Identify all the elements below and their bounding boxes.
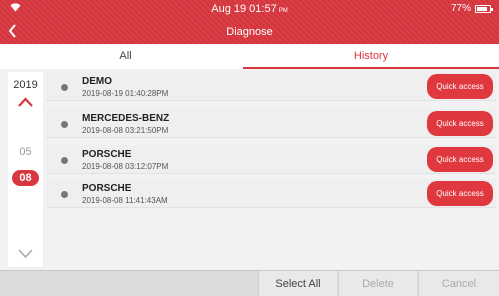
record-dot-icon [61, 84, 68, 91]
record-timestamp: 2019-08-08 03:21:50PM [82, 126, 169, 135]
history-row[interactable]: PORSCHE 2019-08-08 03:12:07PM Quick acce… [46, 145, 496, 174]
month-label[interactable]: 05 [8, 146, 43, 158]
date-selector: 2019 05 08 [8, 72, 43, 267]
vehicle-name: MERCEDES-BENZ [82, 113, 170, 124]
day-selected-badge[interactable]: 08 [12, 170, 39, 186]
chevron-down-icon[interactable] [17, 245, 34, 262]
record-dot-icon [61, 121, 68, 128]
record-dot-icon [61, 191, 68, 198]
quick-access-button[interactable]: Quick access [427, 74, 493, 99]
record-timestamp: 2019-08-08 11:41:43AM [82, 196, 168, 205]
vehicle-name: DEMO [82, 76, 112, 87]
tab-all[interactable]: All [8, 44, 243, 69]
page-title: Diagnose [226, 26, 273, 38]
battery-percent: 77% [450, 3, 471, 14]
quick-access-button[interactable]: Quick access [427, 181, 493, 206]
history-row[interactable]: MERCEDES-BENZ 2019-08-08 03:21:50PM Quic… [46, 109, 496, 138]
battery-status: 77% [450, 3, 493, 14]
tab-bar: All History [0, 44, 499, 69]
year-label: 2019 [13, 79, 38, 91]
quick-access-button[interactable]: Quick access [427, 111, 493, 136]
delete-button[interactable]: Delete [338, 271, 417, 296]
action-bar: Select All Delete Cancel [0, 270, 499, 296]
record-timestamp: 2019-08-19 01:40:28PM [82, 89, 169, 98]
battery-icon [475, 4, 493, 13]
record-dot-icon [61, 157, 68, 164]
record-timestamp: 2019-08-08 03:12:07PM [82, 162, 169, 171]
vehicle-name: PORSCHE [82, 149, 132, 160]
tab-history[interactable]: History [243, 44, 499, 69]
app-header: Aug 19 01:57 PM 77% Diagnose [0, 0, 499, 44]
history-row[interactable]: PORSCHE 2019-08-08 11:41:43AM Quick acce… [46, 179, 496, 208]
history-row[interactable]: DEMO 2019-08-19 01:40:28PM Quick access [46, 72, 496, 101]
cancel-button[interactable]: Cancel [418, 271, 499, 296]
quick-access-button[interactable]: Quick access [427, 147, 493, 172]
vehicle-name: PORSCHE [82, 183, 132, 194]
select-all-button[interactable]: Select All [258, 271, 337, 296]
status-time: Aug 19 01:57 PM [211, 3, 288, 15]
chevron-up-icon[interactable] [17, 94, 34, 111]
